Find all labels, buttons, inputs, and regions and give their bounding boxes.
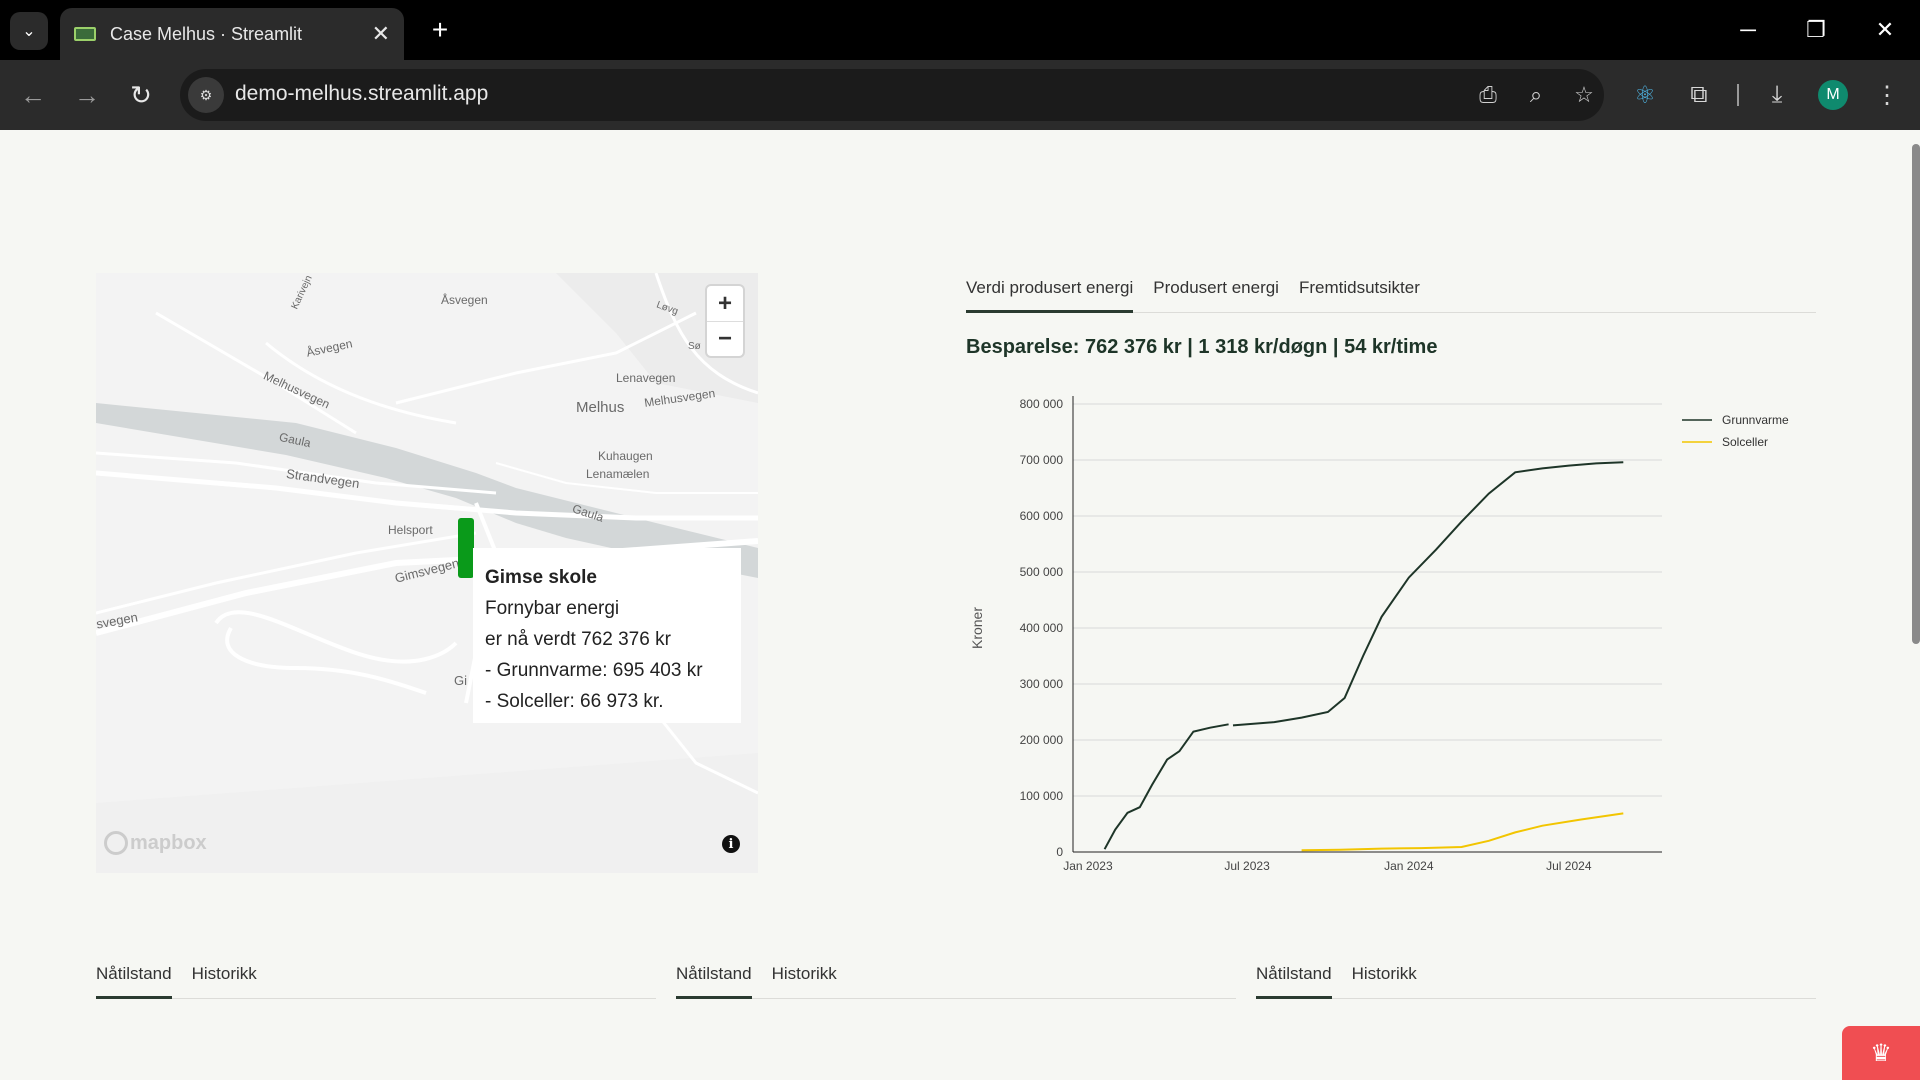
legend-label: Grunnvarme [1722,413,1789,427]
legend-label: Solceller [1722,435,1768,449]
tab-natilstand[interactable]: Nåtilstand [96,964,172,999]
tab-produsert-energi[interactable]: Produsert energi [1153,278,1279,312]
back-button[interactable]: ← [14,76,52,114]
map-label: Helsport [388,523,433,537]
tab-verdi-produsert-energi[interactable]: Verdi produsert energi [966,278,1134,313]
savings-chart: 0 100 000 200 000 300 000 400 000 500 000 600 … [960,370,1820,890]
download-icon[interactable]: ⤓ [1760,78,1794,112]
extensions-icon[interactable]: ⧉ [1682,78,1716,112]
browser-titlebar: ⌄ Case Melhus · Streamlit ✕ + ─ ❐ ✕ [0,0,1920,60]
attribution-info-icon[interactable]: i [722,835,740,853]
map-label: Melhus [576,399,625,416]
map-label: Gi [454,673,467,688]
mapbox-logo[interactable]: mapbox [104,831,207,855]
menu-kebab-icon[interactable]: ⋮ [1870,78,1904,112]
map-label: Lenavegen [616,371,676,385]
minimize-button[interactable]: ─ [1725,10,1771,50]
tab-historikk[interactable]: Historikk [192,964,257,998]
restore-button[interactable]: ❐ [1793,10,1839,50]
y-tick-label: 200 000 [1020,733,1064,747]
y-tick-label: 100 000 [1020,789,1064,803]
map-view[interactable]: Åsvegen Åsvegen Melhusvegen Lenavegen Me… [96,273,758,873]
tab-natilstand[interactable]: Nåtilstand [1256,964,1332,999]
forward-button[interactable]: → [68,76,106,114]
reload-button[interactable]: ↻ [122,76,160,114]
address-bar[interactable]: ⚙ demo-melhus.streamlit.app ⎙ ⌕ ☆ [180,69,1604,121]
site-info-icon[interactable]: ⚙ [188,77,224,113]
tooltip-title: Gimse skole [485,567,597,588]
react-devtools-icon[interactable]: ⚛ [1628,78,1662,112]
crown-icon: ♛ [1870,1039,1892,1067]
series-line-grunnvarme [1232,461,1624,727]
url-text[interactable]: demo-melhus.streamlit.app [235,82,488,106]
y-tick-label: 400 000 [1020,621,1064,635]
chevron-down-icon: ⌄ [22,23,36,40]
tooltip-line: - Grunnvarme: 695 403 kr [485,660,703,681]
bottom-tabs-3: Nåtilstand Historikk [1256,964,1816,999]
close-tab-icon[interactable]: ✕ [372,21,390,47]
x-tick-label: Jan 2023 [1063,859,1113,873]
bookmark-star-icon[interactable]: ☆ [1568,79,1600,111]
page-scrollbar[interactable] [1912,144,1920,644]
y-tick-label: 800 000 [1020,397,1064,411]
y-tick-label: 700 000 [1020,453,1064,467]
tooltip-line: - Solceller: 66 973 kr. [485,691,664,712]
browser-toolbar: ← → ↻ ⚙ demo-melhus.streamlit.app ⎙ ⌕ ☆ … [0,60,1920,130]
x-tick-label: Jul 2023 [1224,859,1270,873]
map-label: Åsvegen [441,293,488,307]
x-tick-label: Jul 2024 [1546,859,1592,873]
close-window-button[interactable]: ✕ [1862,10,1908,50]
y-tick-label: 600 000 [1020,509,1064,523]
tab-historikk[interactable]: Historikk [1352,964,1417,998]
streamlit-favicon-icon [74,27,96,41]
zoom-in-button[interactable]: + [707,286,743,321]
map-label: Sø [688,341,701,352]
mapbox-wordmark: mapbox [130,831,207,854]
install-app-icon[interactable]: ⎙ [1472,79,1504,111]
streamlit-crown-badge[interactable]: ♛ [1842,1026,1920,1080]
tab-search-button[interactable]: ⌄ [10,12,48,50]
series-line-grunnvarme [1103,723,1229,850]
profile-avatar[interactable]: M [1818,80,1848,110]
x-tick-label: Jan 2024 [1384,859,1434,873]
chart-svg: 0 100 000 200 000 300 000 400 000 500 000 600 … [969,396,1789,873]
zoom-icon[interactable]: ⌕ [1520,79,1552,111]
map-label: Lenamælen [586,467,650,481]
zoom-out-button[interactable]: − [707,321,743,356]
y-tick-label: 300 000 [1020,677,1064,691]
panel-tabs: Verdi produsert energi Produsert energi … [966,278,1816,313]
map-tooltip: Gimse skole Fornybar energi er nå verdt … [473,548,741,723]
tab-title: Case Melhus · Streamlit [110,23,303,44]
building-marker[interactable] [458,518,474,578]
tooltip-line: er nå verdt 762 376 kr [485,629,671,650]
y-tick-label: 500 000 [1020,565,1064,579]
zoom-controls: + − [707,286,743,356]
streamlit-page: Åsvegen Åsvegen Melhusvegen Lenavegen Me… [0,130,1920,1080]
tooltip-line: Fornybar energi [485,598,620,619]
tab-fremtidsutsikter[interactable]: Fremtidsutsikter [1299,278,1420,312]
new-tab-button[interactable]: + [422,12,458,48]
y-axis-label: Kroner [969,607,985,649]
tab-historikk[interactable]: Historikk [772,964,837,998]
mapbox-icon [104,831,128,855]
bottom-tabs-1: Nåtilstand Historikk [96,964,656,999]
tab-natilstand[interactable]: Nåtilstand [676,964,752,999]
browser-tab[interactable]: Case Melhus · Streamlit ✕ [60,8,404,60]
y-tick-label: 0 [1056,845,1063,859]
savings-summary: Besparelse: 762 376 kr | 1 318 kr/døgn |… [966,336,1438,358]
toolbar-divider [1737,84,1739,106]
series-line-solceller [1301,812,1624,852]
map-label: Kuhaugen [598,449,653,463]
bottom-tabs-2: Nåtilstand Historikk [676,964,1236,999]
